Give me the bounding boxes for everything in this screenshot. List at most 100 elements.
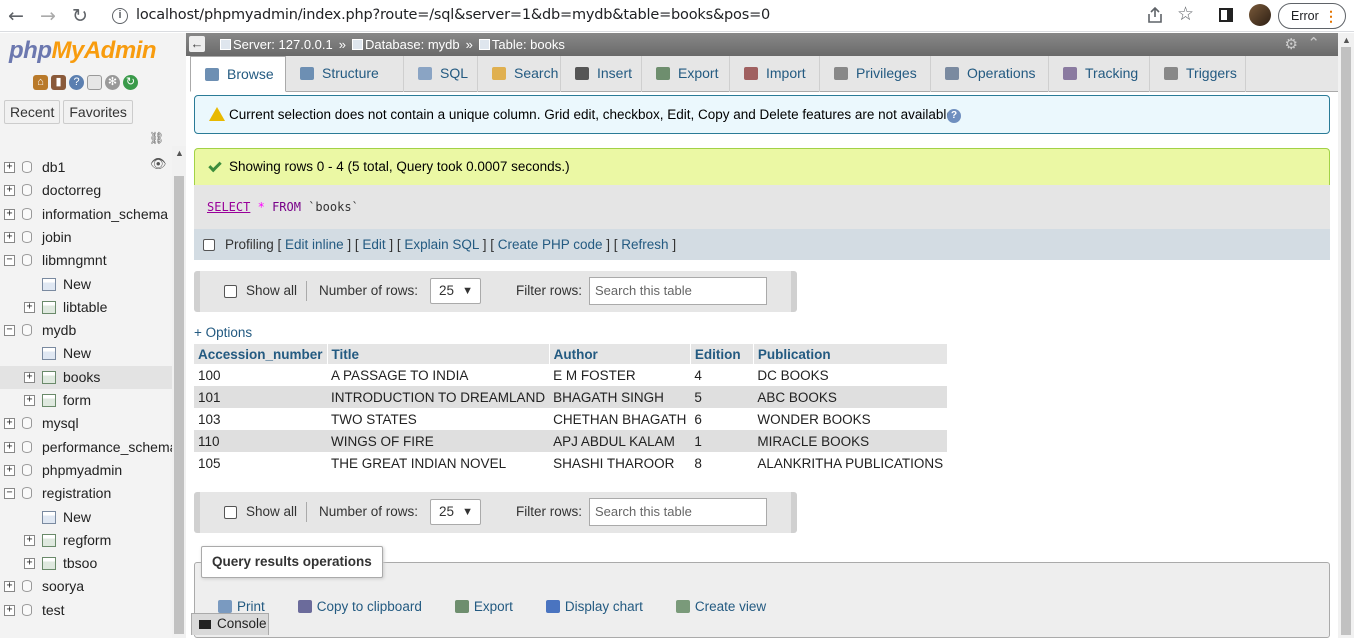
settings-gear-icon[interactable]: ✻ [105,75,120,90]
tab-tracking[interactable]: Tracking [1049,56,1150,92]
copy-to-clipboard-link[interactable]: Copy to clipboard [297,599,422,614]
breadcrumb-table[interactable]: Table: books [478,37,565,52]
tree-item-new[interactable]: New [0,273,172,296]
breadcrumb-database[interactable]: Database: mydb [351,37,460,52]
table-cell[interactable]: INTRODUCTION TO DREAMLAND [327,386,550,408]
number-of-rows-select[interactable]: 25 ▼ [430,278,481,304]
table-cell[interactable]: WONDER BOOKS [753,408,948,430]
show-all-label[interactable]: Show all [246,504,297,519]
display-chart-link[interactable]: Display chart [545,599,643,614]
expand-icon[interactable]: + [24,371,35,383]
tab-browse[interactable]: Browse [190,56,286,92]
recent-button[interactable]: Recent [4,100,61,124]
tree-item-form[interactable]: + form [0,389,172,412]
tree-item-mydb[interactable]: − mydb [0,319,172,342]
collapse-up-icon[interactable]: ⌃ [1307,34,1320,52]
table-cell[interactable]: 100 [194,364,328,386]
expand-icon[interactable]: + [4,185,15,197]
settings-gear-icon[interactable]: ⚙ [1285,35,1298,53]
favorites-button[interactable]: Favorites [63,100,133,124]
tree-item-tbsoo[interactable]: + tbsoo [0,552,172,575]
tree-item-jobin[interactable]: + jobin [0,226,172,249]
breadcrumb-server[interactable]: Server: 127.0.0.1 [220,37,333,52]
table-row[interactable]: 103 TWO STATES CHETHAN BHAGATH 6 WONDER BOOK… [194,408,948,430]
options-link[interactable]: + Options [194,325,252,340]
expand-icon[interactable]: + [4,464,15,476]
show-all-checkbox[interactable] [224,506,237,519]
table-cell[interactable]: 110 [194,430,328,452]
tree-item-db1[interactable]: + db1 [0,156,172,179]
forward-icon[interactable]: → [36,4,60,28]
table-cell[interactable]: E M FOSTER [549,364,691,386]
info-icon[interactable]: i [112,8,128,24]
collapse-icon[interactable]: − [4,325,15,337]
edit-link[interactable]: Edit [362,237,385,252]
tab-sql[interactable]: SQL [404,56,478,92]
expand-icon[interactable]: + [24,534,35,546]
url-text[interactable]: localhost/phpmyadmin/index.php?route=/sq… [136,7,770,23]
filter-rows-input[interactable]: Search this table [589,277,767,305]
tree-item-libtable[interactable]: + libtable [0,296,172,319]
console-toggle[interactable]: Console [191,613,269,635]
table-row[interactable]: 105 THE GREAT INDIAN NOVEL SHASHI THAROOR 8… [194,452,948,474]
phpmyadmin-logo[interactable]: phpMyAdmin [9,37,156,65]
scroll-up-icon[interactable]: ▲ [1342,35,1351,45]
expand-icon[interactable]: + [24,395,35,406]
sql-select-keyword[interactable]: SELECT [207,200,250,214]
tab-insert[interactable]: Insert [561,56,642,92]
column-header[interactable]: Accession_number [194,344,328,364]
tree-item-books[interactable]: + books [0,365,172,389]
table-cell[interactable]: DC BOOKS [753,364,948,386]
table-cell[interactable]: ALANKRITHA PUBLICATIONS [753,452,948,474]
create-php-code-link[interactable]: Create PHP code [498,237,603,252]
tab-triggers[interactable]: Triggers [1150,56,1246,92]
tab-privileges[interactable]: Privileges [820,56,931,92]
profiling-checkbox[interactable] [203,239,215,251]
table-cell[interactable]: MIRACLE BOOKS [753,430,948,452]
table-cell[interactable]: 8 [690,452,754,474]
tab-structure[interactable]: Structure [286,56,404,92]
nav-scroll-thumb[interactable] [174,176,184,634]
nav-scrollbar[interactable]: ▲ [172,146,186,638]
column-header[interactable]: Author [549,344,691,364]
tab-operations[interactable]: Operations [931,56,1049,92]
collapse-icon[interactable]: − [4,488,15,500]
explain-sql-link[interactable]: Explain SQL [404,237,479,252]
main-scroll-thumb[interactable] [1341,47,1351,635]
expand-icon[interactable]: + [4,162,15,173]
expand-icon[interactable]: + [4,231,15,243]
column-header[interactable]: Edition [690,344,754,364]
table-cell[interactable]: 5 [690,386,754,408]
table-cell[interactable]: SHASHI THAROOR [549,452,691,474]
address-bar[interactable]: i localhost/phpmyadmin/index.php?route=/… [102,2,1204,30]
tab-import[interactable]: Import [730,56,820,92]
tab-export[interactable]: Export [642,56,730,92]
tree-item-doctorreg[interactable]: + doctorreg [0,179,172,202]
tree-item-registration[interactable]: − registration [0,482,172,505]
main-scrollbar[interactable]: ▲ [1338,33,1354,638]
refresh-icon[interactable]: ↻ [123,75,138,90]
sql-query-display[interactable]: SELECT * FROM `books` [194,185,1330,229]
table-cell[interactable]: 103 [194,408,328,430]
logout-icon[interactable]: ▮ [51,75,66,90]
table-row[interactable]: 110 WINGS OF FIRE APJ ABDUL KALAM 1 MIRACLE … [194,430,948,452]
number-of-rows-select[interactable]: 25 ▼ [430,499,481,525]
table-cell[interactable]: ABC BOOKS [753,386,948,408]
reload-icon[interactable]: ↻ [68,4,92,28]
back-icon[interactable]: ← [4,4,28,28]
side-panel-icon[interactable] [1219,8,1233,22]
create-view-link[interactable]: Create view [675,599,766,614]
table-cell[interactable]: A PASSAGE TO INDIA [327,364,550,386]
show-all-label[interactable]: Show all [246,283,297,298]
filter-rows-input[interactable]: Search this table [589,498,767,526]
table-row[interactable]: 100 A PASSAGE TO INDIA E M FOSTER 4 DC BOOKS [194,364,948,386]
tree-item-regform[interactable]: + regform [0,529,172,552]
collapse-icon[interactable]: − [4,255,15,267]
expand-icon[interactable]: + [4,604,15,616]
expand-icon[interactable]: + [4,441,15,453]
tree-item-phpmyadmin[interactable]: + phpmyadmin [0,459,172,482]
bookmark-star-icon[interactable]: ☆ [1177,3,1194,26]
print-link[interactable]: Print [218,599,265,614]
table-cell[interactable]: WINGS OF FIRE [327,430,550,452]
table-cell[interactable]: 101 [194,386,328,408]
